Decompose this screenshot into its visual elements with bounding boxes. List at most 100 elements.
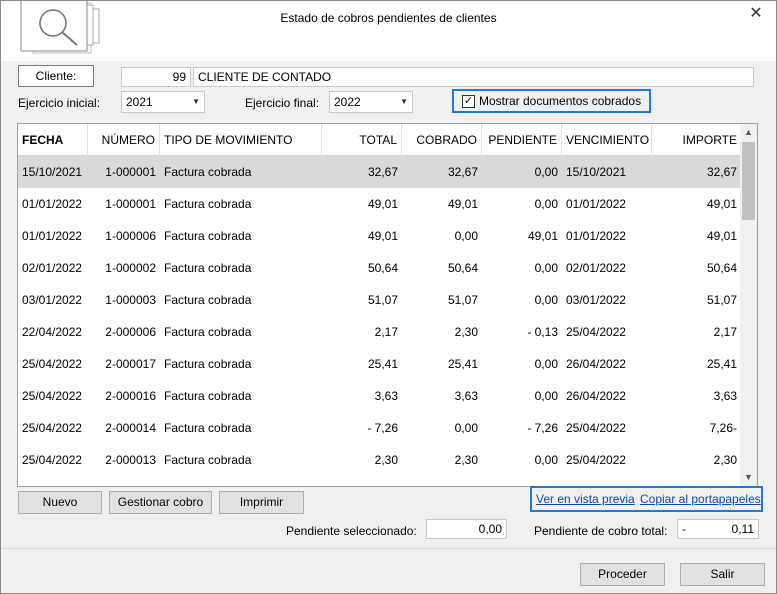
ejercicio-inicial-select[interactable]: 2021 ▼ [121, 91, 205, 113]
cell-total: 25,41 [367, 357, 398, 371]
cell-pendiente: 49,01 [527, 229, 558, 243]
cell-total: 2,17 [374, 325, 398, 339]
col-vencimiento[interactable]: VENCIMIENTO [562, 124, 652, 156]
ejercicio-final-label: Ejercicio final: [245, 96, 320, 110]
cell-vencimiento: 15/10/2021 [566, 165, 627, 179]
cell-fecha: 02/01/2022 [22, 261, 83, 275]
cell-tipo: Factura cobrada [164, 165, 252, 179]
ver-vista-previa-link[interactable]: Ver en vista previa [536, 492, 635, 506]
cell-total: 32,67 [367, 165, 398, 179]
checkmark-icon[interactable]: ✓ [462, 95, 475, 108]
cell-tipo: Factura cobrada [164, 197, 252, 211]
close-icon[interactable]: ✕ [746, 4, 766, 24]
footer-divider [1, 548, 776, 549]
cell-total: 51,07 [367, 293, 398, 307]
cell-fecha: 25/04/2022 [22, 453, 83, 467]
cell-pendiente: 0,00 [534, 197, 558, 211]
cell-pendiente: 0,00 [534, 389, 558, 403]
col-importe[interactable]: IMPORTE [652, 124, 741, 156]
gestionar-cobro-button[interactable]: Gestionar cobro [109, 491, 212, 514]
cell-vencimiento: 25/04/2022 [566, 453, 627, 467]
cliente-name-field[interactable]: CLIENTE DE CONTADO [193, 67, 754, 87]
cell-total: 2,30 [374, 453, 398, 467]
table-row[interactable]: 01/01/2022 1-000001 Factura cobrada 49,01 49… [18, 188, 741, 220]
ejercicio-inicial-value: 2021 [126, 95, 153, 109]
cell-importe: 2,30 [713, 453, 737, 467]
cell-cobrado: 25,41 [447, 357, 478, 371]
table-row[interactable]: 25/04/2022 2-000017 Factura cobrada 25,41 25… [18, 348, 741, 380]
scroll-thumb[interactable] [742, 142, 755, 220]
cell-cobrado: 2,30 [454, 325, 478, 339]
table-row[interactable]: 25/04/2022 2-000016 Factura cobrada 3,63 3,6… [18, 380, 741, 412]
cliente-label: Cliente: [18, 65, 94, 87]
copiar-portapapeles-link[interactable]: Copiar al portapapeles [640, 492, 761, 506]
col-cobrado[interactable]: COBRADO [402, 124, 482, 156]
vertical-scrollbar[interactable]: ▲ ▼ [740, 124, 757, 486]
cell-tipo: Factura cobrada [164, 421, 252, 435]
pendiente-total-label: Pendiente de cobro total: [534, 524, 668, 538]
pendiente-total-sign: - [682, 522, 686, 536]
cell-cobrado: 2,30 [454, 453, 478, 467]
cell-tipo: Factura cobrada [164, 453, 252, 467]
cell-cobrado: 3,63 [454, 389, 478, 403]
cell-vencimiento: 26/04/2022 [566, 389, 627, 403]
cell-vencimiento: 02/01/2022 [566, 261, 627, 275]
table-row[interactable]: 02/01/2022 1-000002 Factura cobrada 50,64 50… [18, 252, 741, 284]
cell-importe: 2,17 [713, 325, 737, 339]
imprimir-button[interactable]: Imprimir [219, 491, 304, 514]
nuevo-button[interactable]: Nuevo [18, 491, 102, 514]
cell-tipo: Factura cobrada [164, 389, 252, 403]
cell-total: 49,01 [367, 229, 398, 243]
cell-fecha: 01/01/2022 [22, 229, 83, 243]
cell-numero: 1-000001 [105, 165, 156, 179]
scroll-down-icon[interactable]: ▼ [740, 469, 757, 486]
col-fecha[interactable]: FECHA [18, 124, 88, 156]
table-row[interactable]: 15/10/2021 1-000001 Factura cobrada 32,67 32… [18, 156, 741, 188]
table-row[interactable]: 25/04/2022 2-000013 Factura cobrada 2,30 2,3… [18, 444, 741, 476]
cell-tipo: Factura cobrada [164, 357, 252, 371]
cell-importe: 49,01 [706, 229, 737, 243]
cliente-code-field[interactable]: 99 [121, 67, 191, 87]
cell-importe: 7,26- [709, 421, 737, 435]
cell-fecha: 25/04/2022 [22, 421, 83, 435]
cell-importe: 25,41 [706, 357, 737, 371]
cell-vencimiento: 01/01/2022 [566, 229, 627, 243]
table-row[interactable]: 22/04/2022 2-000006 Factura cobrada 2,17 2,3… [18, 316, 741, 348]
col-tipo[interactable]: TIPO DE MOVIMIENTO [160, 124, 322, 156]
table-row[interactable]: 25/04/2022 2-000014 Factura cobrada - 7,26 0… [18, 412, 741, 444]
col-pendiente[interactable]: PENDIENTE [482, 124, 562, 156]
title-bar: Estado de cobros pendientes de clientes … [1, 1, 776, 61]
cell-tipo: Factura cobrada [164, 293, 252, 307]
ejercicio-final-value: 2022 [334, 95, 361, 109]
cell-cobrado: 49,01 [447, 197, 478, 211]
cell-fecha: 03/01/2022 [22, 293, 83, 307]
salir-button[interactable]: Salir [680, 563, 765, 586]
col-numero[interactable]: NÚMERO [88, 124, 160, 156]
col-total[interactable]: TOTAL [322, 124, 402, 156]
cell-importe: 49,01 [706, 197, 737, 211]
cell-cobrado: 0,00 [454, 229, 478, 243]
cell-numero: 2-000006 [105, 325, 156, 339]
cell-numero: 2-000016 [105, 389, 156, 403]
scroll-up-icon[interactable]: ▲ [740, 124, 757, 141]
cell-total: 50,64 [367, 261, 398, 275]
export-links: Ver en vista previa Copiar al portapapel… [530, 486, 763, 512]
mostrar-cobrados-checkbox[interactable]: ✓ Mostrar documentos cobrados [452, 89, 651, 113]
table-row[interactable]: 03/01/2022 1-000003 Factura cobrada 51,07 51… [18, 284, 741, 316]
dialog-window: Estado de cobros pendientes de clientes … [0, 0, 777, 594]
cell-pendiente: 0,00 [534, 261, 558, 275]
table-row[interactable]: 01/01/2022 1-000006 Factura cobrada 49,01 0,… [18, 220, 741, 252]
cell-numero: 1-000002 [105, 261, 156, 275]
chevron-down-icon: ▼ [400, 97, 408, 106]
ejercicio-final-select[interactable]: 2022 ▼ [329, 91, 413, 113]
pendiente-total-field: - 0,11 [677, 519, 759, 539]
cobros-table: FECHA NÚMERO TIPO DE MOVIMIENTO TOTAL CO… [17, 123, 758, 487]
cell-numero: 2-000013 [105, 453, 156, 467]
cell-numero: 1-000006 [105, 229, 156, 243]
proceder-button[interactable]: Proceder [580, 563, 665, 586]
cell-numero: 2-000017 [105, 357, 156, 371]
cell-tipo: Factura cobrada [164, 261, 252, 275]
cell-pendiente: 0,00 [534, 165, 558, 179]
cell-cobrado: 51,07 [447, 293, 478, 307]
cell-numero: 2-000014 [105, 421, 156, 435]
